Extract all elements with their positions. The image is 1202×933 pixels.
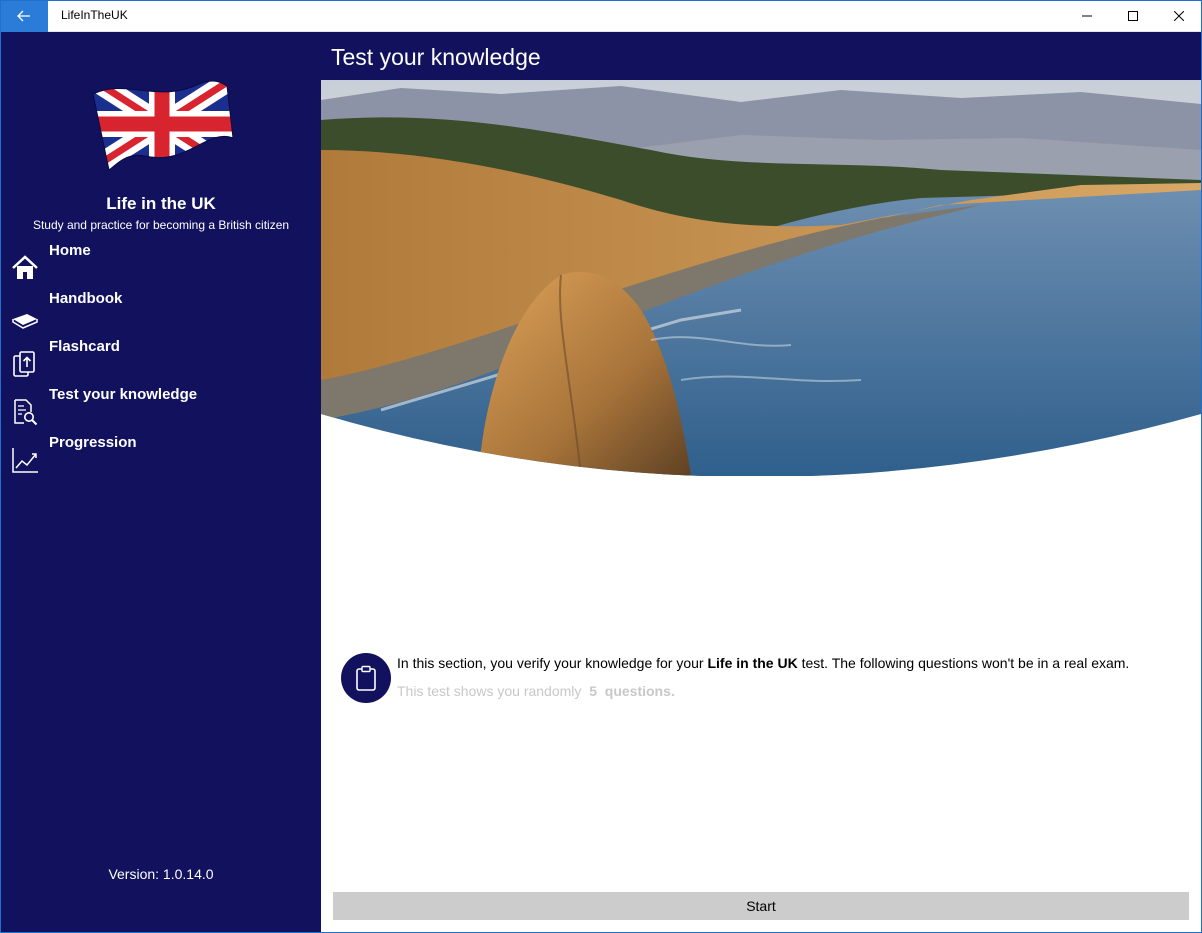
sidebar-item-progression[interactable]: Progression — [1, 434, 321, 480]
sidebar-item-label: Progression — [49, 434, 137, 451]
line-chart-icon — [12, 448, 38, 473]
close-icon — [1174, 11, 1184, 21]
start-button[interactable]: Start — [333, 892, 1189, 920]
window-title: LifeInTheUK — [61, 8, 128, 22]
app-name: Life in the UK — [106, 194, 216, 213]
arrow-left-icon — [17, 10, 30, 22]
page-header: Test your knowledge — [321, 32, 1201, 80]
back-button[interactable] — [0, 0, 48, 32]
sidebar-item-home[interactable]: Home — [1, 242, 321, 288]
sidebar: Life in the UK Study and practice for be… — [1, 32, 321, 932]
minimize-icon — [1082, 15, 1092, 17]
question-count-value: 5 — [589, 683, 597, 699]
info-description: In this section, you verify your knowled… — [397, 655, 1129, 671]
flashcard-icon — [13, 351, 35, 377]
home-icon — [12, 255, 38, 279]
sidebar-item-label: Handbook — [49, 290, 123, 307]
union-jack-flag-icon — [92, 80, 234, 171]
version-label: Version: 1.0.14.0 — [108, 866, 214, 882]
sidebar-item-label: Home — [49, 242, 91, 259]
app-tagline: Study and practice for becoming a Britis… — [32, 218, 290, 232]
sidebar-item-label: Test your knowledge — [49, 386, 198, 403]
question-count-suffix: questions. — [604, 683, 675, 699]
page-title: Test your knowledge — [331, 44, 541, 70]
question-count-prefix: This test shows you randomly — [397, 683, 582, 699]
info-clipboard-badge — [341, 653, 391, 703]
minimize-button[interactable] — [1064, 0, 1110, 32]
info-text-after: test. The following questions won't be i… — [797, 655, 1130, 671]
hero-coastline-image — [321, 80, 1201, 476]
question-count-note: This test shows you randomly 5 questions… — [397, 683, 675, 699]
sidebar-item-handbook[interactable]: Handbook — [1, 290, 321, 336]
sidebar-item-flashcard[interactable]: Flashcard — [1, 338, 321, 384]
clipboard-icon — [356, 665, 376, 691]
title-bar: LifeInTheUK — [0, 0, 1202, 32]
test-document-search-icon — [14, 399, 38, 426]
sidebar-item-label: Flashcard — [49, 338, 120, 355]
book-icon — [12, 314, 38, 329]
maximize-icon — [1128, 11, 1138, 21]
sidebar-item-test-your-knowledge[interactable]: Test your knowledge — [1, 386, 321, 432]
close-button[interactable] — [1156, 0, 1202, 32]
info-text-before: In this section, you verify your knowled… — [397, 655, 708, 671]
info-text-bold: Life in the UK — [707, 655, 798, 671]
maximize-button[interactable] — [1110, 0, 1156, 32]
